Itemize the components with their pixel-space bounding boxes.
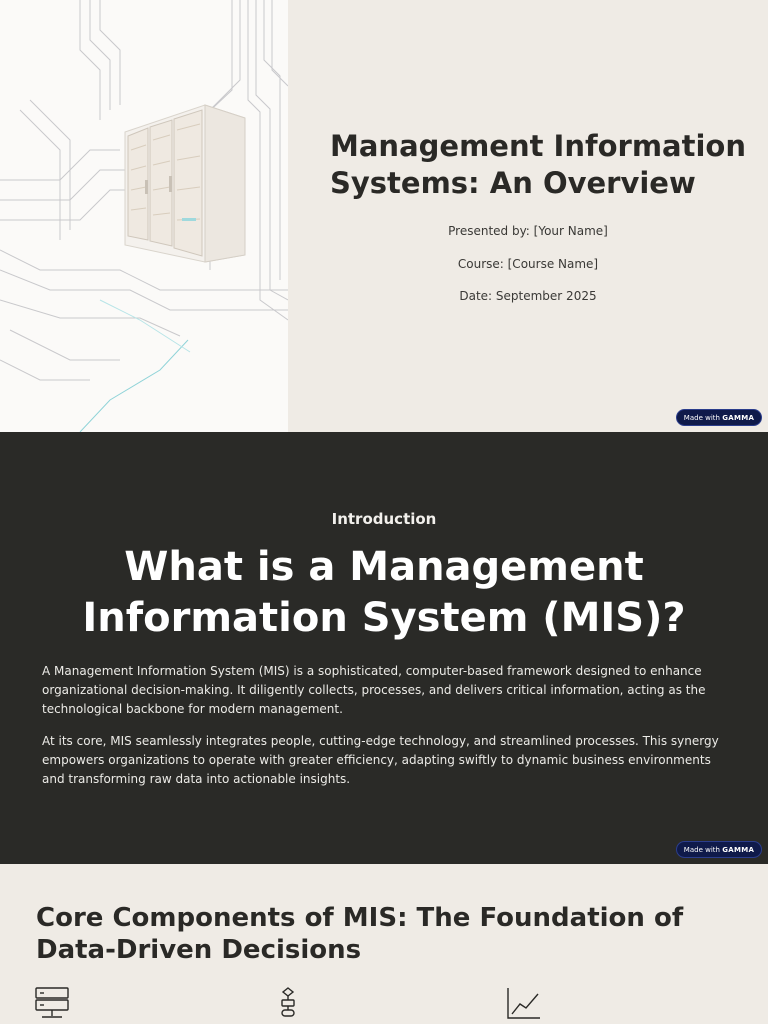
badge-prefix: Made with — [683, 414, 720, 422]
presenter-name: Presented by: [Your Name] — [448, 224, 608, 238]
section-eyebrow: Introduction — [331, 510, 437, 528]
intro-paragraph-1: A Management Information System (MIS) is… — [42, 664, 706, 716]
made-with-gamma-badge[interactable]: Made with GAMMA — [676, 841, 762, 858]
title-slide: Management Information Systems: An Overv… — [0, 0, 768, 432]
server-rack-illustration — [0, 0, 288, 432]
core-components-slide: Core Components of MIS: The Foundation o… — [0, 864, 768, 1024]
slide-title: What is a Management Information System … — [82, 544, 686, 641]
server-icon — [35, 987, 69, 1018]
slide-title: Core Components of MIS: The Foundation o… — [36, 903, 684, 965]
hero-image — [0, 0, 288, 432]
presentation-date: Date: September 2025 — [459, 289, 597, 303]
badge-brand: GAMMA — [722, 414, 755, 422]
introduction-slide: Introduction What is a Management Inform… — [0, 432, 768, 864]
line-chart-icon — [507, 988, 540, 1019]
presentation-title: Management Information Systems: An Overv… — [330, 129, 746, 200]
course-name: Course: [Course Name] — [457, 257, 599, 271]
flowchart-icon — [281, 987, 295, 1017]
intro-paragraph-2: At its core, MIS seamlessly integrates p… — [42, 734, 719, 786]
badge-prefix: Made with — [683, 846, 720, 854]
badge-brand: GAMMA — [722, 846, 755, 854]
made-with-gamma-badge[interactable]: Made with GAMMA — [676, 409, 762, 426]
